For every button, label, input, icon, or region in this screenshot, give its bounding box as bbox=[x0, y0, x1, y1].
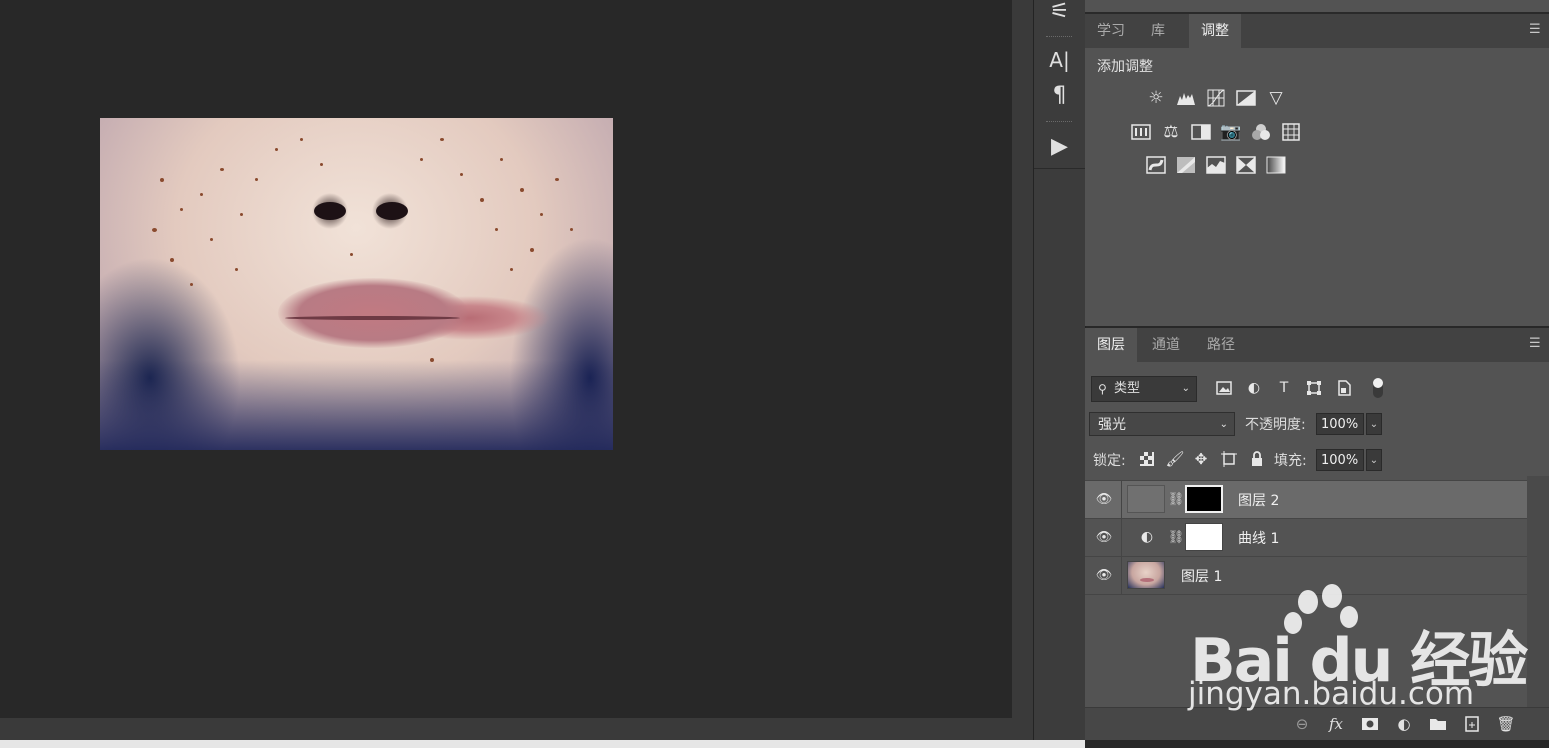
curves-adjustment-icon: ◐ bbox=[1140, 529, 1154, 545]
visibility-eye-icon[interactable]: 👁 bbox=[1095, 566, 1113, 584]
brightness-contrast-icon[interactable]: ☼ bbox=[1145, 87, 1167, 109]
visibility-eye-icon[interactable]: 👁 bbox=[1095, 528, 1113, 546]
lock-all-icon[interactable] bbox=[1247, 449, 1267, 469]
levels-icon[interactable] bbox=[1175, 87, 1197, 109]
add-adjustment-title: 添加调整 bbox=[1097, 59, 1153, 75]
opacity-input[interactable]: 100% bbox=[1316, 413, 1364, 435]
link-layers-icon[interactable]: ⊖ bbox=[1291, 714, 1313, 734]
layer-mask-thumbnail[interactable] bbox=[1185, 485, 1223, 513]
add-mask-icon[interactable] bbox=[1359, 714, 1381, 734]
horizontal-scrollbar[interactable] bbox=[0, 718, 1012, 740]
link-chain-icon[interactable]: ⛓ bbox=[1168, 489, 1185, 509]
layer-row[interactable]: 👁 ⛓ 图层 2 bbox=[1085, 480, 1527, 518]
fill-label: 填充: bbox=[1274, 453, 1307, 469]
layer-name[interactable]: 图层 2 bbox=[1238, 490, 1279, 510]
character-text-icon[interactable]: A| bbox=[1034, 43, 1085, 77]
search-icon: ⚲ bbox=[1098, 382, 1107, 396]
chevron-down-icon: ⌄ bbox=[1219, 419, 1228, 430]
document-canvas[interactable] bbox=[0, 0, 1012, 718]
chevron-down-icon: ⌄ bbox=[1181, 383, 1190, 394]
adjustments-tab-bar: 学习 库 调整 ☰ bbox=[1085, 14, 1549, 48]
threshold-icon[interactable] bbox=[1205, 154, 1227, 176]
layers-scrollbar[interactable] bbox=[1527, 476, 1549, 708]
layer-mask-thumbnail[interactable] bbox=[1185, 523, 1223, 551]
new-adjustment-layer-icon[interactable]: ◐ bbox=[1393, 714, 1415, 734]
filter-toggle-switch[interactable] bbox=[1367, 376, 1389, 400]
panel-dock-strip: ⚟ A| ¶ ▶ bbox=[1033, 0, 1086, 740]
lock-label: 锁定: bbox=[1093, 453, 1126, 469]
lock-artboard-icon[interactable] bbox=[1219, 449, 1239, 469]
posterize-icon[interactable] bbox=[1175, 154, 1197, 176]
color-lookup-icon[interactable] bbox=[1280, 121, 1302, 143]
lock-image-pixels-icon[interactable]: 🖌 bbox=[1165, 449, 1185, 469]
tab-channels[interactable]: 通道 bbox=[1140, 328, 1192, 362]
blend-mode-value: 强光 bbox=[1098, 417, 1126, 433]
vibrance-icon[interactable]: ▽ bbox=[1265, 87, 1287, 109]
gradient-map-icon[interactable] bbox=[1265, 154, 1287, 176]
layer-thumbnail bbox=[1127, 561, 1165, 589]
actions-play-icon[interactable]: ▶ bbox=[1034, 129, 1085, 163]
black-white-icon[interactable] bbox=[1190, 121, 1212, 143]
layer-thumbnail bbox=[1127, 485, 1165, 513]
channel-mixer-icon[interactable] bbox=[1250, 121, 1272, 143]
filter-smart-object-icon[interactable] bbox=[1333, 376, 1355, 400]
paragraph-icon[interactable]: ¶ bbox=[1034, 78, 1085, 112]
new-layer-icon[interactable] bbox=[1461, 714, 1483, 734]
curves-icon[interactable] bbox=[1205, 87, 1227, 109]
tab-learn[interactable]: 学习 bbox=[1085, 14, 1137, 48]
adjustments-panel: 学习 库 调整 ☰ 添加调整 ☼ ▽ ⚖ 📷 bbox=[1085, 14, 1549, 326]
link-chain-icon[interactable]: ⛓ bbox=[1168, 527, 1185, 547]
fill-dropdown[interactable]: ⌄ bbox=[1366, 449, 1382, 471]
tab-adjustments[interactable]: 调整 bbox=[1189, 14, 1241, 48]
blend-mode-select[interactable]: 强光 ⌄ bbox=[1089, 412, 1235, 436]
panel-menu-icon[interactable]: ☰ bbox=[1529, 23, 1541, 36]
properties-sliders-icon[interactable]: ⚟ bbox=[1034, 0, 1085, 28]
fill-input[interactable]: 100% bbox=[1316, 449, 1364, 471]
watermark-url: jingyan.baidu.com bbox=[1188, 676, 1475, 712]
selective-color-icon[interactable] bbox=[1235, 154, 1257, 176]
opacity-dropdown[interactable]: ⌄ bbox=[1366, 413, 1382, 435]
lock-position-icon[interactable]: ✥ bbox=[1191, 449, 1211, 469]
vertical-scrollbar[interactable] bbox=[1012, 0, 1033, 718]
visibility-eye-icon[interactable]: 👁 bbox=[1095, 490, 1113, 508]
exposure-icon[interactable] bbox=[1235, 87, 1257, 109]
tab-libraries[interactable]: 库 bbox=[1139, 14, 1177, 48]
filter-kind-label: 类型 bbox=[1114, 381, 1141, 396]
layer-row[interactable]: 👁 ◐ ⛓ 曲线 1 bbox=[1085, 518, 1527, 556]
layer-name[interactable]: 曲线 1 bbox=[1238, 528, 1279, 548]
layers-tab-bar: 图层 通道 路径 ☰ bbox=[1085, 328, 1549, 362]
lock-transparent-pixels-icon[interactable] bbox=[1137, 449, 1157, 469]
panel-menu-icon[interactable]: ☰ bbox=[1529, 337, 1541, 350]
filter-type-icon[interactable]: T bbox=[1273, 376, 1295, 400]
layer-row[interactable]: 👁 图层 1 bbox=[1085, 556, 1527, 594]
fx-layer-style-icon[interactable]: fx bbox=[1325, 714, 1347, 734]
collapsed-panel-strip bbox=[1085, 0, 1549, 14]
scroll-corner bbox=[1012, 718, 1033, 740]
status-bar bbox=[0, 740, 1085, 748]
hue-saturation-icon[interactable] bbox=[1130, 121, 1152, 143]
filter-shape-icon[interactable] bbox=[1303, 376, 1325, 400]
layer-filter-select[interactable]: ⚲ 类型 ⌄ bbox=[1091, 376, 1197, 402]
invert-icon[interactable] bbox=[1145, 154, 1167, 176]
filter-pixel-icon[interactable] bbox=[1213, 376, 1235, 400]
layer-name[interactable]: 图层 1 bbox=[1181, 566, 1222, 586]
photo-filter-icon[interactable]: 📷 bbox=[1220, 121, 1242, 143]
delete-layer-trash-icon[interactable]: 🗑 bbox=[1495, 714, 1517, 734]
freckled-face-photo bbox=[100, 118, 613, 450]
tab-paths[interactable]: 路径 bbox=[1195, 328, 1247, 362]
tab-layers[interactable]: 图层 bbox=[1085, 328, 1137, 362]
filter-adjustment-icon[interactable]: ◐ bbox=[1243, 376, 1265, 400]
color-balance-icon[interactable]: ⚖ bbox=[1160, 121, 1182, 143]
new-group-folder-icon[interactable] bbox=[1427, 714, 1449, 734]
opacity-label: 不透明度: bbox=[1245, 417, 1306, 433]
